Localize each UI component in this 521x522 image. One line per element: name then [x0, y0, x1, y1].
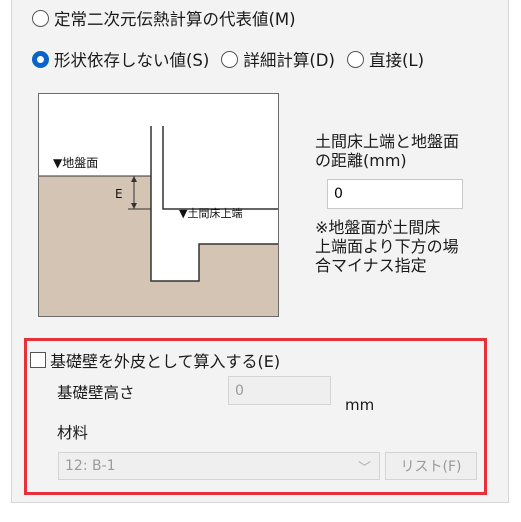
- option-direct[interactable]: 直接(L): [346, 47, 425, 71]
- radio-row-top: 定常二次元伝熱計算の代表値(M): [32, 6, 308, 30]
- floor-top-label: ▼土間床上端: [179, 206, 242, 220]
- distance-note-line2: 上端面より下方の場: [315, 237, 459, 256]
- ground-label: ▼地盤面: [53, 156, 98, 170]
- distance-label-line1: 土間床上端と地盤面: [315, 132, 460, 151]
- option-shape-independent-label: 形状依存しない値(S): [54, 51, 210, 70]
- foundation-height-input[interactable]: [228, 376, 331, 405]
- radio-row-methods: 形状依存しない値(S) 詳細計算(D) 直接(L): [32, 47, 436, 71]
- foundation-diagram-svg: ▼地盤面 E ▼土間床上端: [39, 126, 278, 316]
- distance-label-line2: の距離(mm): [315, 151, 407, 170]
- distance-input[interactable]: [327, 179, 463, 209]
- material-select-value: 12: B-1: [65, 458, 116, 474]
- distance-note-line1: ※地盤面が土間床: [315, 218, 441, 237]
- foundation-height-label: 基礎壁高さ: [57, 384, 135, 402]
- distance-note: ※地盤面が土間床 上端面より下方の場 合マイナス指定: [315, 218, 459, 275]
- e-label: E: [115, 187, 123, 201]
- soil-area: [39, 176, 278, 316]
- foundation-wall-checkbox-row[interactable]: 基礎壁を外皮として算入する(E): [30, 348, 280, 372]
- material-label: 材料: [57, 424, 89, 442]
- list-button[interactable]: リスト(F): [385, 452, 477, 480]
- distance-note-line3: 合マイナス指定: [315, 256, 427, 275]
- foundation-diagram: ▼地盤面 E ▼土間床上端: [38, 93, 279, 317]
- option-detailed[interactable]: 詳細計算(D): [221, 47, 335, 71]
- material-select[interactable]: 12: B-1 ﹀: [58, 452, 380, 480]
- option-shape-independent[interactable]: 形状依存しない値(S): [32, 47, 209, 71]
- option-direct-label: 直接(L): [368, 51, 425, 70]
- height-unit: mm: [345, 396, 375, 414]
- option-representative-value[interactable]: 定常二次元伝熱計算の代表値(M): [32, 6, 296, 30]
- distance-label: 土間床上端と地盤面 の距離(mm): [315, 132, 459, 170]
- radio-shape-independent[interactable]: [32, 50, 49, 68]
- foundation-wall-checkbox[interactable]: [30, 352, 46, 368]
- radio-representative-value[interactable]: [32, 9, 49, 27]
- option-detailed-label: 詳細計算(D): [243, 51, 335, 70]
- floor-outline: [162, 126, 278, 210]
- chevron-down-icon: ﹀: [357, 461, 371, 476]
- option-representative-value-label: 定常二次元伝熱計算の代表値(M): [54, 10, 296, 29]
- radio-direct[interactable]: [346, 50, 364, 68]
- foundation-wall-checkbox-label: 基礎壁を外皮として算入する(E): [50, 352, 281, 371]
- radio-detailed[interactable]: [221, 50, 239, 68]
